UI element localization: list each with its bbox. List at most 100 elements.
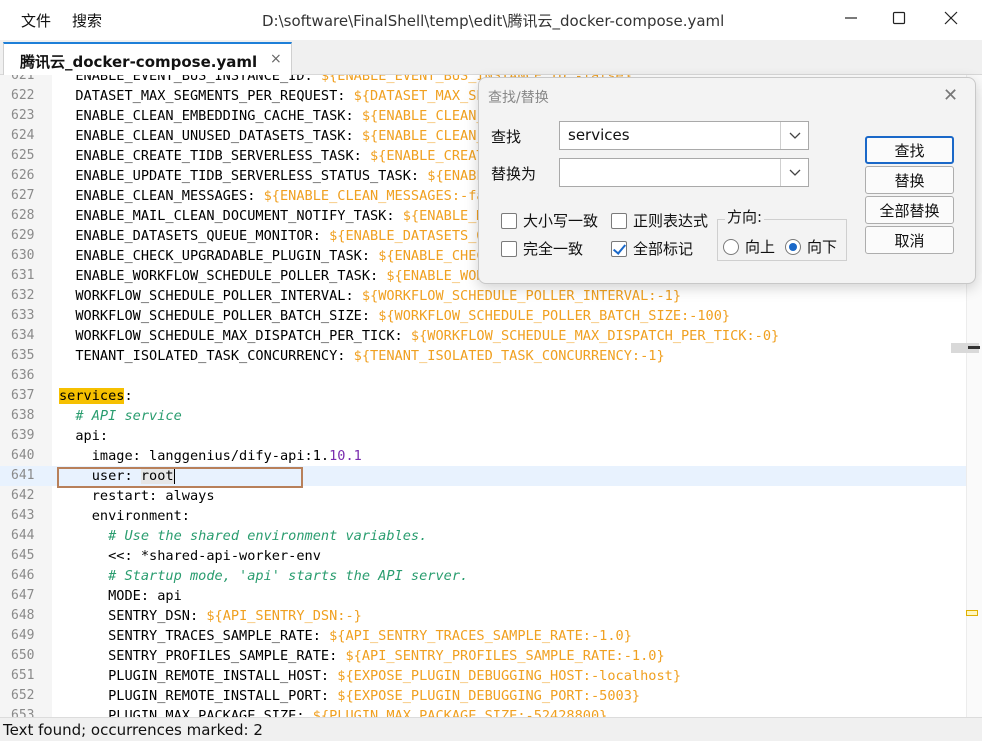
dialog-title: 查找/替换 bbox=[488, 90, 549, 106]
replace-input[interactable] bbox=[559, 158, 809, 187]
replace-dropdown-button[interactable] bbox=[780, 159, 808, 186]
code-token: PLUGIN_REMOTE_INSTALL_HOST: bbox=[59, 668, 338, 684]
code-line[interactable]: 652 PLUGIN_REMOTE_INSTALL_PORT: ${EXPOSE… bbox=[0, 686, 966, 706]
mark-all-checkbox[interactable]: 全部标记 bbox=[611, 238, 693, 259]
scrollbar-caret-marker bbox=[968, 346, 980, 349]
code-token-num: 10.1 bbox=[329, 448, 362, 464]
line-code: WORKFLOW_SCHEDULE_POLLER_BATCH_SIZE: ${W… bbox=[59, 306, 730, 326]
code-token: WORKFLOW_SCHEDULE_POLLER_BATCH_SIZE: bbox=[59, 308, 379, 324]
code-line[interactable]: 642 restart: always bbox=[0, 486, 966, 506]
line-number: 649 bbox=[11, 628, 35, 643]
tab-file[interactable]: 腾讯云_docker-compose.yaml × bbox=[3, 42, 292, 75]
line-number: 633 bbox=[11, 308, 35, 323]
title-bar: 文件 搜索 D:\software\FinalShell\temp\edit\腾… bbox=[0, 0, 982, 40]
dialog-close-icon[interactable]: ✕ bbox=[943, 85, 958, 106]
code-token: user: bbox=[59, 468, 141, 484]
direction-label: 方向: bbox=[725, 206, 765, 227]
code-token: environment: bbox=[59, 508, 190, 524]
find-button[interactable]: 查找 bbox=[865, 136, 954, 164]
code-line[interactable]: 645 <<: *shared-api-worker-env bbox=[0, 546, 966, 566]
code-line[interactable]: 637 services: bbox=[0, 386, 966, 406]
line-number: 638 bbox=[11, 408, 35, 423]
whole-word-box[interactable] bbox=[501, 240, 517, 257]
code-token: TENANT_ISOLATED_TASK_CONCURRENCY: bbox=[59, 348, 354, 364]
direction-up-radio[interactable]: 向上 bbox=[723, 236, 775, 257]
direction-down-dot[interactable] bbox=[785, 238, 801, 255]
scrollbar-occurrence-marker bbox=[966, 610, 978, 616]
find-input[interactable]: services bbox=[559, 121, 809, 150]
code-line[interactable]: 648 SENTRY_DSN: ${API_SENTRY_DSN:-} bbox=[0, 606, 966, 626]
find-dropdown-button[interactable] bbox=[780, 122, 808, 149]
code-token: restart: always bbox=[59, 488, 215, 504]
code-line[interactable]: 653 PLUGIN_MAX_PACKAGE_SIZE: ${PLUGIN_MA… bbox=[0, 706, 966, 717]
code-line[interactable]: 633 WORKFLOW_SCHEDULE_POLLER_BATCH_SIZE:… bbox=[0, 306, 966, 326]
match-case-box[interactable] bbox=[501, 212, 517, 229]
direction-down-label: 向下 bbox=[807, 238, 838, 256]
direction-up-dot[interactable] bbox=[723, 238, 739, 255]
line-number: 640 bbox=[11, 448, 35, 463]
close-window-button[interactable] bbox=[928, 0, 974, 36]
line-code: PLUGIN_REMOTE_INSTALL_PORT: ${EXPOSE_PLU… bbox=[59, 686, 640, 706]
code-token-var: ${API_SENTRY_PROFILES_SAMPLE_RATE:-1.0} bbox=[345, 648, 665, 664]
code-line[interactable]: 640 image: langgenius/dify-api:1.10.1 bbox=[0, 446, 966, 466]
line-number: 625 bbox=[11, 148, 35, 163]
line-number: 623 bbox=[11, 108, 35, 123]
code-token-sel: root bbox=[140, 468, 175, 484]
code-line[interactable]: 643 environment: bbox=[0, 506, 966, 526]
line-code: restart: always bbox=[59, 486, 215, 506]
line-code: user: root bbox=[59, 466, 175, 486]
code-token-var: ${EXPOSE_PLUGIN_DEBUGGING_PORT:-5003} bbox=[337, 688, 641, 704]
menu-search[interactable]: 搜索 bbox=[72, 10, 102, 31]
cancel-button[interactable]: 取消 bbox=[865, 226, 954, 254]
minimize-button[interactable] bbox=[828, 0, 874, 36]
code-token: ENABLE_UPDATE_TIDB_SERVERLESS_STATUS_TAS… bbox=[59, 168, 428, 184]
line-code: # Startup mode, 'api' starts the API ser… bbox=[59, 566, 468, 586]
line-number: 639 bbox=[11, 428, 35, 443]
tab-close-icon[interactable]: × bbox=[270, 51, 282, 67]
mark-all-box[interactable] bbox=[611, 240, 627, 257]
code-token: image: langgenius/dify-api:1. bbox=[59, 448, 330, 464]
regex-box[interactable] bbox=[611, 212, 627, 229]
line-number: 634 bbox=[11, 328, 35, 343]
code-line[interactable]: 639 api: bbox=[0, 426, 966, 446]
code-token-var: ${TENANT_ISOLATED_TASK_CONCURRENCY:-1} bbox=[353, 348, 665, 364]
tab-bar: 腾讯云_docker-compose.yaml × bbox=[0, 40, 982, 75]
line-code: SENTRY_DSN: ${API_SENTRY_DSN:-} bbox=[59, 606, 362, 626]
line-number: 632 bbox=[11, 288, 35, 303]
code-line[interactable]: 651 PLUGIN_REMOTE_INSTALL_HOST: ${EXPOSE… bbox=[0, 666, 966, 686]
code-line[interactable]: 649 SENTRY_TRACES_SAMPLE_RATE: ${API_SEN… bbox=[0, 626, 966, 646]
replace-all-button[interactable]: 全部替换 bbox=[865, 196, 954, 224]
code-line[interactable]: 644 # Use the shared environment variabl… bbox=[0, 526, 966, 546]
window-title: D:\software\FinalShell\temp\edit\腾讯云_doc… bbox=[262, 12, 725, 30]
line-code: # API service bbox=[59, 406, 181, 426]
code-token: PLUGIN_REMOTE_INSTALL_PORT: bbox=[59, 688, 338, 704]
chevron-down-icon bbox=[789, 132, 800, 139]
line-code: MODE: api bbox=[59, 586, 182, 606]
line-number: 650 bbox=[11, 648, 35, 663]
replace-button[interactable]: 替换 bbox=[865, 166, 954, 194]
code-line[interactable]: 634 WORKFLOW_SCHEDULE_MAX_DISPATCH_PER_T… bbox=[0, 326, 966, 346]
line-number: 627 bbox=[11, 188, 35, 203]
code-token: MODE: api bbox=[59, 588, 182, 604]
code-line[interactable]: 636 bbox=[0, 366, 966, 386]
code-token: PLUGIN_MAX_PACKAGE_SIZE: bbox=[59, 708, 313, 717]
code-line[interactable]: 647 MODE: api bbox=[0, 586, 966, 606]
line-number: 652 bbox=[11, 688, 35, 703]
code-line[interactable]: 646 # Startup mode, 'api' starts the API… bbox=[0, 566, 966, 586]
code-line[interactable]: 638 # API service bbox=[0, 406, 966, 426]
regex-checkbox[interactable]: 正则表达式 bbox=[611, 210, 708, 231]
menu-file[interactable]: 文件 bbox=[21, 10, 51, 31]
line-code: environment: bbox=[59, 506, 190, 526]
close-icon bbox=[944, 11, 958, 25]
code-line[interactable]: 632 WORKFLOW_SCHEDULE_POLLER_INTERVAL: $… bbox=[0, 286, 966, 306]
whole-word-checkbox[interactable]: 完全一致 bbox=[501, 238, 583, 259]
maximize-button[interactable] bbox=[876, 0, 922, 36]
code-line[interactable]: 641 user: root bbox=[0, 466, 966, 486]
match-case-checkbox[interactable]: 大小写一致 bbox=[501, 210, 598, 231]
line-number: 626 bbox=[11, 168, 35, 183]
code-line[interactable]: 650 SENTRY_PROFILES_SAMPLE_RATE: ${API_S… bbox=[0, 646, 966, 666]
direction-down-radio[interactable]: 向下 bbox=[785, 236, 837, 257]
line-number: 648 bbox=[11, 608, 35, 623]
code-line[interactable]: 635 TENANT_ISOLATED_TASK_CONCURRENCY: ${… bbox=[0, 346, 966, 366]
